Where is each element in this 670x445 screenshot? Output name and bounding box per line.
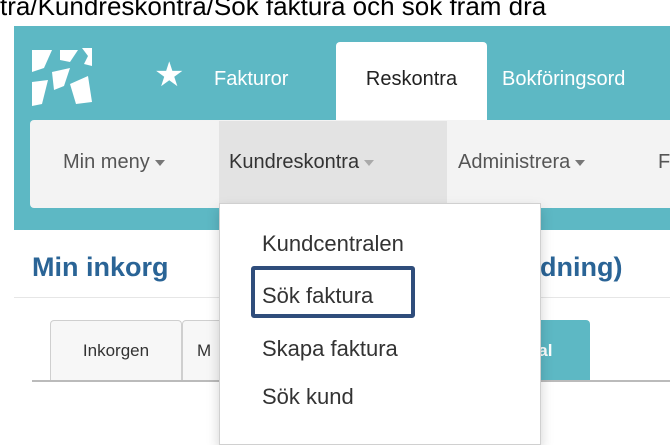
favorites-star-icon[interactable]: ★ xyxy=(154,55,184,95)
submenu-kundreskontra[interactable]: Kundreskontra xyxy=(229,147,375,177)
submenu-min-meny-label: Min meny xyxy=(63,151,150,173)
menu-item-sok-kund[interactable]: Sök kund xyxy=(262,380,354,414)
tab-inkorgen[interactable]: Inkorgen xyxy=(50,320,182,380)
nav-reskontra-label: Reskontra xyxy=(365,68,458,90)
instruction-caption: tra/Kundreskontra/Sök faktura och sök fr… xyxy=(0,0,547,21)
chevron-down-icon xyxy=(364,159,375,166)
highlight-annotation-box xyxy=(251,266,415,318)
submenu-administrera[interactable]: Administrera xyxy=(458,147,586,177)
nav-reskontra-tab[interactable]: Reskontra xyxy=(336,42,487,120)
submenu-min-meny[interactable]: Min meny xyxy=(63,147,165,177)
nav-bokforingsorder[interactable]: Bokföringsord xyxy=(502,64,625,94)
app-logo-icon[interactable] xyxy=(30,46,94,110)
chevron-down-icon xyxy=(154,159,165,166)
kundreskontra-dropdown-menu: Kundcentralen Sök faktura Skapa faktura … xyxy=(219,203,541,445)
menu-item-kundcentralen[interactable]: Kundcentralen xyxy=(262,227,404,261)
submenu-f[interactable]: F xyxy=(658,147,670,177)
nav-fakturor[interactable]: Fakturor xyxy=(214,64,288,94)
submenu-kundreskontra-label: Kundreskontra xyxy=(229,151,360,173)
menu-item-skapa-faktura[interactable]: Skapa faktura xyxy=(262,332,398,366)
chevron-down-icon xyxy=(575,159,586,166)
page-title: Min inkorg xyxy=(32,252,169,282)
submenu-administrera-label: Administrera xyxy=(458,151,571,173)
page-title-tail: dning) xyxy=(540,252,623,282)
